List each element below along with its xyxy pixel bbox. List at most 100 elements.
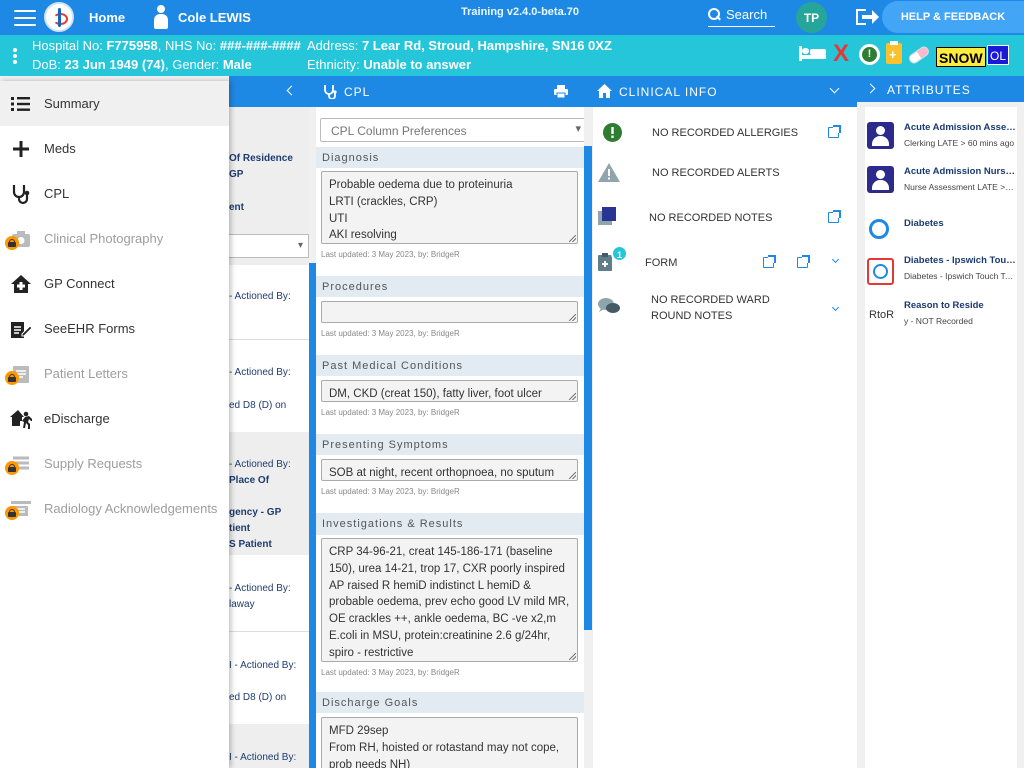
investigations-textarea[interactable]: CRP 34-96-21, creat 145-186-171 (baselin… <box>321 538 578 662</box>
address-label: Address: <box>307 38 359 53</box>
clinical-info-title: CLINICAL INFO <box>619 85 718 99</box>
search-label: Search <box>726 7 768 22</box>
app-logo[interactable] <box>44 2 74 32</box>
left-line: ent <box>229 202 244 213</box>
nav-item-meds[interactable]: Meds <box>0 126 229 171</box>
cpl-title: CPL <box>344 85 371 99</box>
form-label: FORM <box>645 257 678 269</box>
cpl-section-diagnosis: Diagnosis Probable oedema due to protein… <box>316 147 584 259</box>
chevron-down-icon[interactable] <box>829 83 840 94</box>
open-external-icon[interactable] <box>797 255 810 268</box>
discharge-textarea[interactable]: MFD 29sep From RH, hoisted or rotastand … <box>321 717 578 768</box>
attribute-name: Reason to Reside <box>904 300 984 311</box>
gender-label: , Gender: <box>164 57 220 72</box>
nav-item-supply-requests[interactable]: Supply Requests <box>0 441 229 486</box>
last-updated: Last updated: 3 May 2023, by: BridgeR <box>321 487 460 496</box>
user-avatar[interactable]: TP <box>796 2 827 33</box>
chevron-right-icon[interactable] <box>865 83 876 94</box>
last-updated: Last updated: 3 May 2023, by: BridgeR <box>321 668 460 677</box>
gp-house-icon <box>11 275 31 293</box>
bed-icon[interactable] <box>799 46 826 61</box>
patient-banner: Hospital No: F775958, NHS No: ###-###-##… <box>0 35 1024 76</box>
chevron-down-icon[interactable] <box>831 255 840 264</box>
diagnosis-textarea[interactable]: Probable oedema due to proteinuria LRTI … <box>321 171 578 244</box>
open-external-icon[interactable] <box>763 255 776 268</box>
chevron-left-icon[interactable] <box>286 85 297 96</box>
dob-label: DoB: <box>32 57 61 72</box>
left-line: gency - GP <box>229 507 282 518</box>
home-icon <box>597 84 612 98</box>
attribute-sub: y - NOT Recorded <box>904 316 973 326</box>
rtor-code: RtoR <box>869 309 895 321</box>
person-icon <box>153 5 169 29</box>
cpl-section-investigations: Investigations & Results CRP 34-96-21, c… <box>316 513 584 677</box>
top-bar: Home Cole LEWIS Training v2.4.0-beta.70 … <box>0 0 1024 35</box>
nav-label: SeeEHR Forms <box>44 321 136 336</box>
nav-item-summary[interactable]: Summary <box>0 81 229 126</box>
past-medical-textarea[interactable]: DM, CKD (creat 150), fatty liver, foot u… <box>321 380 578 402</box>
help-feedback-button[interactable]: HELP & FEEDBACK <box>882 1 1024 33</box>
left-select[interactable]: ▾ <box>229 234 309 258</box>
discharge-icon <box>10 410 32 429</box>
section-title: Diagnosis <box>316 147 584 168</box>
nav-item-patient-letters[interactable]: Patient Letters <box>0 351 229 396</box>
doctor-icon <box>867 122 894 149</box>
more-vert-icon[interactable] <box>13 48 17 64</box>
chevron-down-icon[interactable] <box>831 303 840 312</box>
nav-item-cpl[interactable]: CPL <box>0 171 229 216</box>
allergy-status-mark: ! <box>862 47 877 62</box>
nav-item-radiology-acknowledgements[interactable]: Radiology Acknowledgements <box>0 486 229 531</box>
divider <box>229 631 309 632</box>
lock-icon <box>5 371 19 385</box>
print-icon[interactable] <box>554 85 568 98</box>
left-line: ed D8 (D) on <box>229 692 287 703</box>
open-external-icon[interactable] <box>828 125 841 138</box>
form-count-badge: 1 <box>611 245 628 262</box>
attribute-sub: Nurse Assessment LATE > 60 <box>904 182 1016 192</box>
attribute-sub: Diabetes - Ipswich Touch Test <box>904 271 1016 281</box>
attribute-name: Acute Admission Assessment <box>904 122 1016 133</box>
attributes-header-bar: ATTRIBUTES <box>857 76 1024 102</box>
presenting-textarea[interactable]: SOB at night, recent orthopnoea, no sput… <box>321 459 578 481</box>
medication-pill-icon[interactable] <box>907 44 931 66</box>
clipboard-plus-icon[interactable] <box>886 41 902 64</box>
nav-label: Radiology Acknowledgements <box>44 501 218 516</box>
search-icon <box>708 8 721 21</box>
nurse-icon <box>867 166 894 193</box>
left-line: S Patient <box>229 539 272 550</box>
menu-icon[interactable] <box>14 10 36 26</box>
cpl-column-preferences-select[interactable]: CPL Column Preferences <box>320 118 584 142</box>
section-title: Procedures <box>316 276 584 297</box>
dob-gender: DoB: 23 Jun 1949 (74), Gender: Male <box>32 57 252 72</box>
nav-item-edischarge[interactable]: eDischarge <box>0 396 229 441</box>
cpl-section-past-medical: Past Medical Conditions DM, CKD (creat 1… <box>316 355 584 417</box>
nav-item-gp-connect[interactable]: GP Connect <box>0 261 229 306</box>
allergy-icon <box>603 123 622 142</box>
ol-badge[interactable]: OL <box>987 45 1009 65</box>
ring-icon <box>873 264 888 279</box>
home-link[interactable]: Home <box>89 10 125 25</box>
hospital-numbers: Hospital No: F775958, NHS No: ###-###-##… <box>32 38 301 53</box>
attribute-sub: Clerking LATE > 60 mins ago <box>904 138 1015 148</box>
nav-item-clinical-photography[interactable]: Clinical Photography <box>0 216 229 261</box>
logout-icon[interactable] <box>856 9 879 25</box>
snow-badge[interactable]: SNOW <box>936 47 986 67</box>
scrollbar-thumb[interactable] <box>584 146 592 630</box>
nav-item-seeehr-forms[interactable]: SeeEHR Forms <box>0 306 229 351</box>
patient-name[interactable]: Cole LEWIS <box>178 10 251 25</box>
search-button[interactable]: Search <box>708 3 775 27</box>
alert-x-icon[interactable]: X <box>833 41 849 67</box>
warning-icon <box>598 163 620 182</box>
open-external-icon[interactable] <box>828 210 841 223</box>
training-version: Training v2.4.0-beta.70 <box>461 6 579 18</box>
left-line: tient <box>229 523 251 534</box>
left-line: Place Of <box>229 475 270 486</box>
section-title: Investigations & Results <box>316 513 584 535</box>
scrollbar-thumb[interactable] <box>309 263 316 768</box>
left-line: I - Actioned By: <box>229 660 297 671</box>
nav-label: eDischarge <box>44 411 110 426</box>
procedures-textarea[interactable] <box>321 301 578 323</box>
nav-drawer: Summary Meds CPL Clinical Photography GP… <box>0 81 229 768</box>
allergy-status-icon[interactable]: ! <box>859 44 880 65</box>
alerts-label: NO RECORDED ALERTS <box>652 167 780 179</box>
